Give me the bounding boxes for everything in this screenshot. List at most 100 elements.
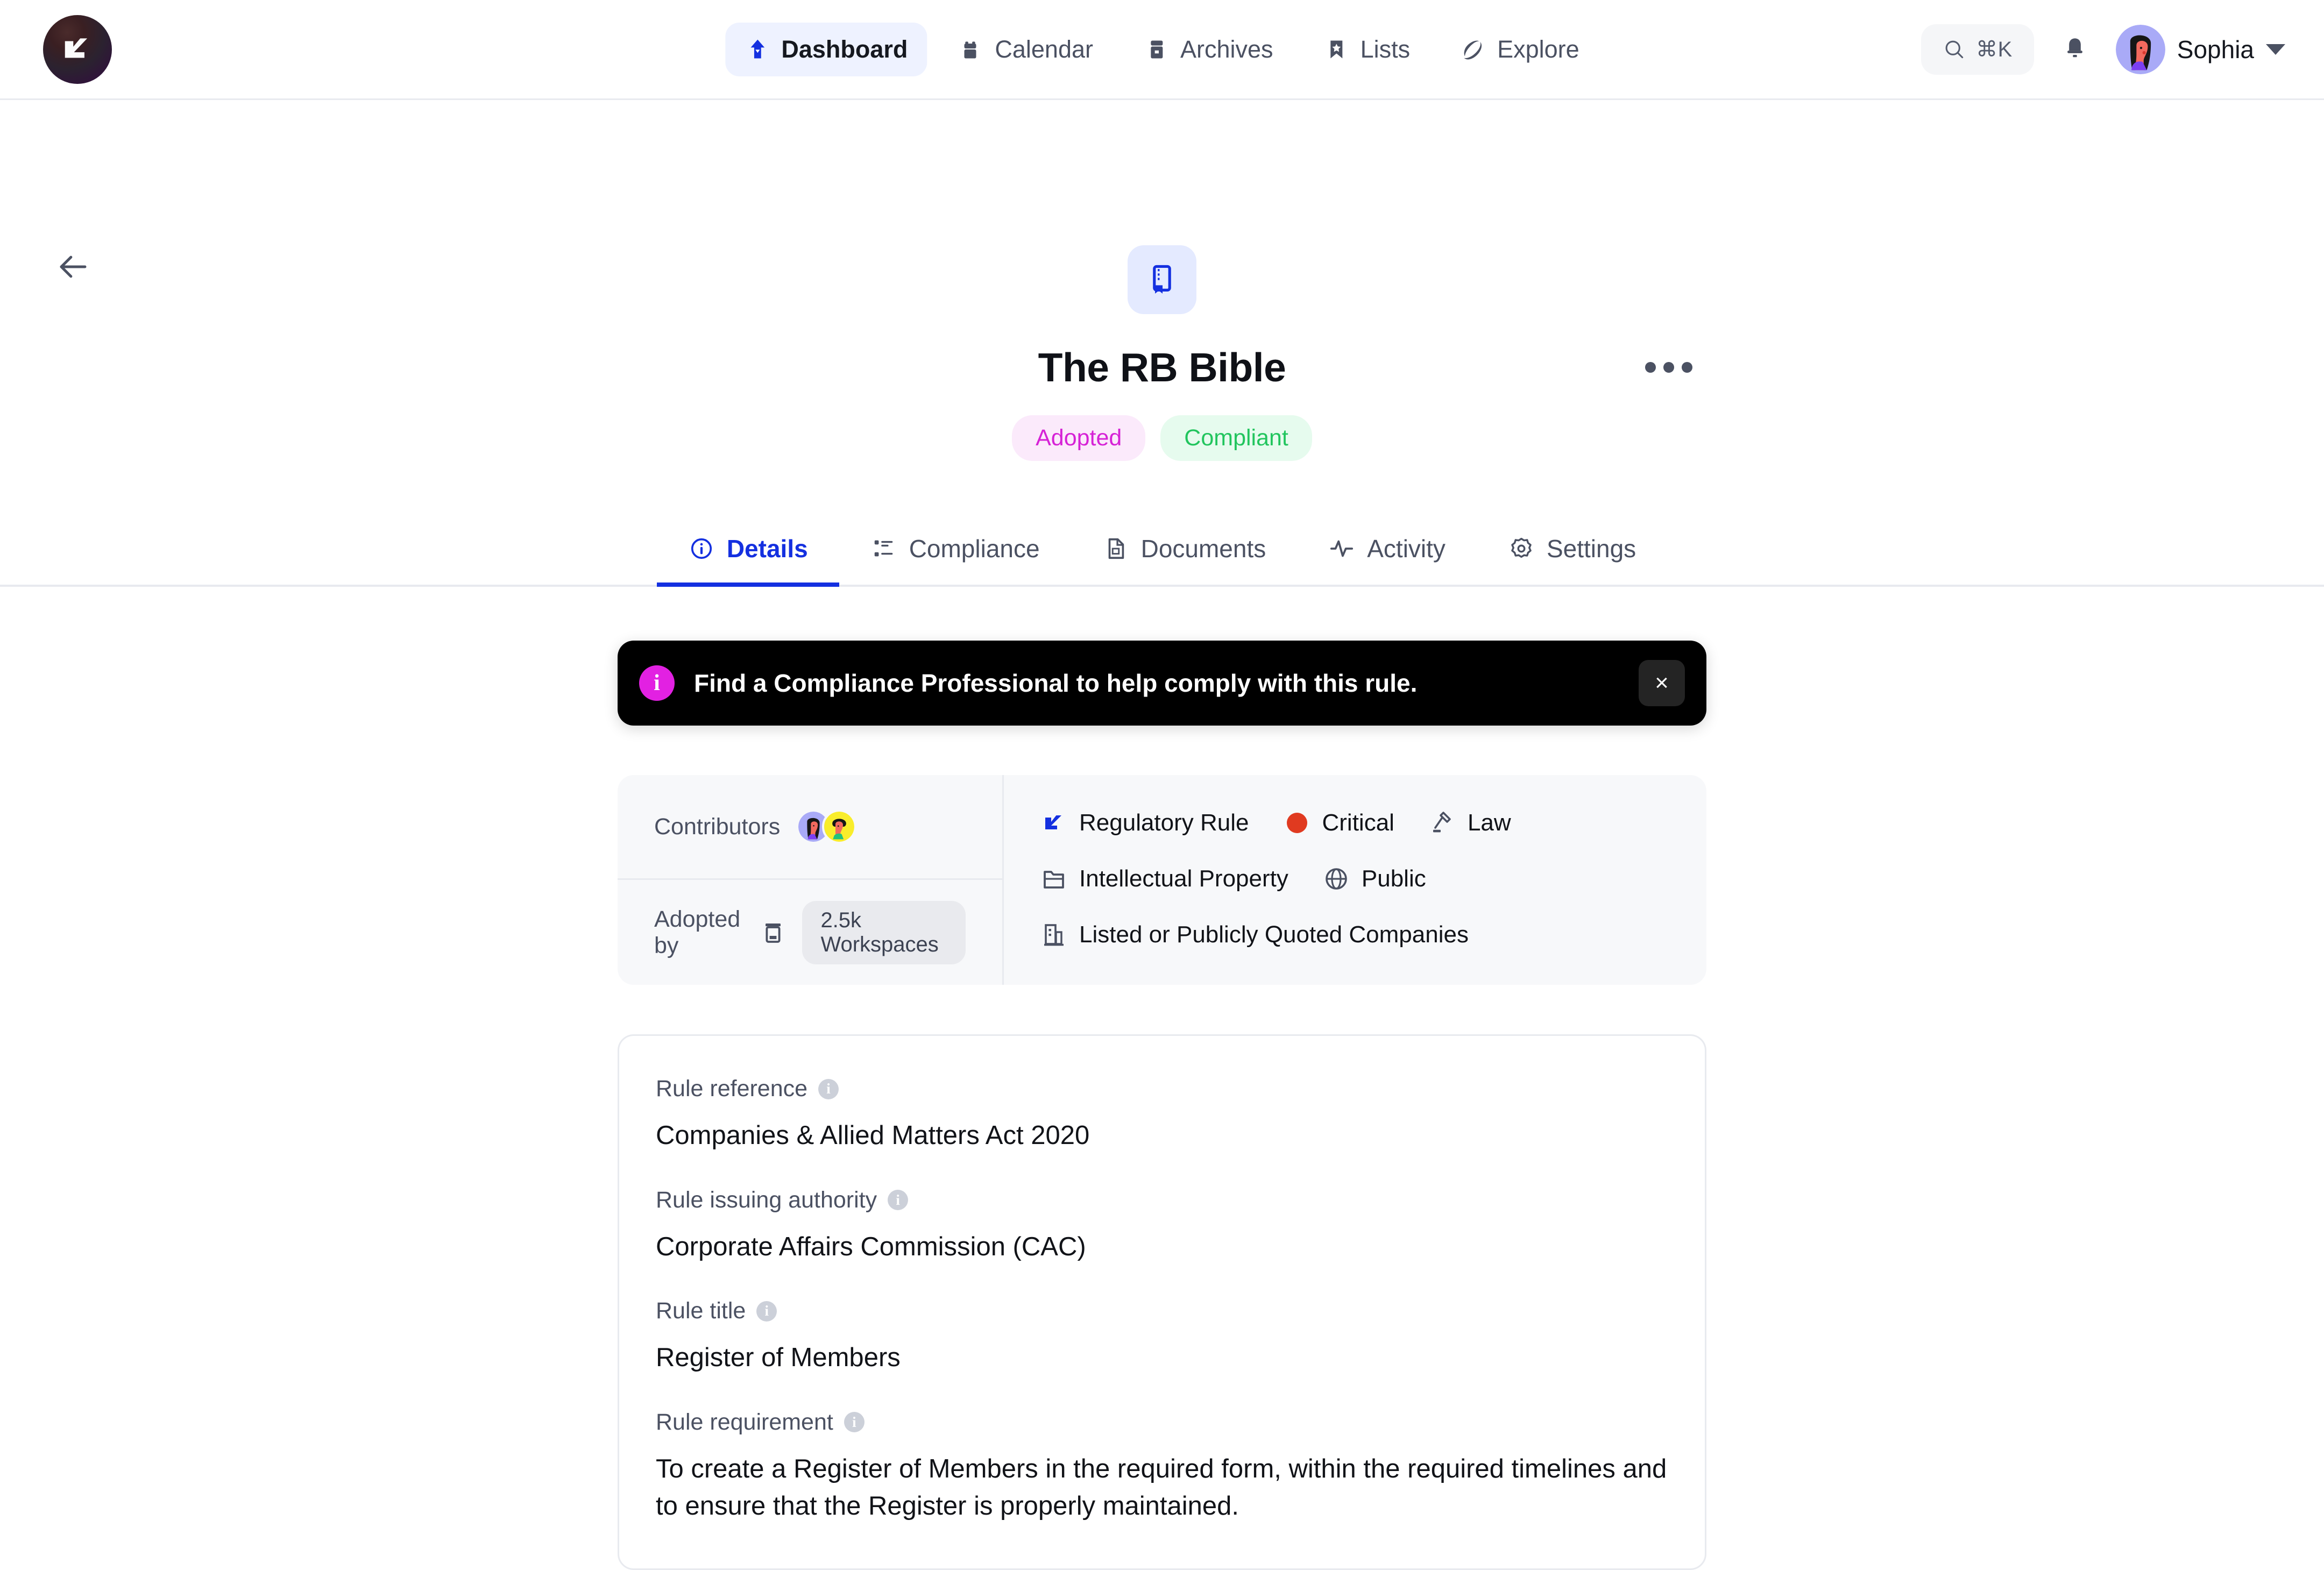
document-icon xyxy=(1102,535,1129,562)
info-icon[interactable]: i xyxy=(756,1301,777,1322)
meta-item-critical: Critical xyxy=(1284,809,1394,836)
banner-close-button[interactable]: × xyxy=(1639,660,1685,706)
tab-label: Documents xyxy=(1140,535,1266,563)
meta-item-label: Public xyxy=(1361,865,1426,892)
info-icon[interactable]: i xyxy=(818,1078,839,1099)
contributors-label: Contributors xyxy=(654,813,781,840)
tab-details[interactable]: Details xyxy=(656,515,839,587)
field-label: Rule requirement xyxy=(656,1409,833,1435)
tab-label: Settings xyxy=(1546,535,1636,563)
meta-item-label: Critical xyxy=(1322,809,1394,836)
meta-item-listed-companies: Listed or Publicly Quoted Companies xyxy=(1040,921,1469,948)
meta-row: Listed or Publicly Quoted Companies xyxy=(1040,921,1670,948)
tab-label: Details xyxy=(726,535,808,563)
search-shortcut-label: ⌘K xyxy=(1976,37,2013,61)
tabs-bar: Details Compliance Documents Activity Se… xyxy=(0,515,2324,587)
avatar xyxy=(2115,24,2165,74)
calendar-icon xyxy=(958,37,984,62)
contributor-avatars[interactable] xyxy=(796,809,857,844)
field-value: Register of Members xyxy=(656,1343,901,1373)
more-horizontal-icon xyxy=(1645,362,1656,373)
field-rule-requirement: Rule requirement i To create a Register … xyxy=(656,1409,1668,1525)
building-icon xyxy=(1040,921,1067,948)
meta-item-label: Intellectual Property xyxy=(1079,865,1288,892)
user-name-label: Sophia xyxy=(2177,35,2254,63)
page-title: The RB Bible xyxy=(1038,345,1286,390)
info-icon[interactable]: i xyxy=(844,1412,865,1433)
field-rule-title: Rule title i Register of Members xyxy=(656,1298,1668,1377)
contributors-row: Contributors xyxy=(618,775,1002,880)
flag-check-logo-icon xyxy=(65,38,88,58)
bell-icon xyxy=(2061,35,2089,63)
meta-item-law: Law xyxy=(1429,809,1511,836)
nav-label: Dashboard xyxy=(781,35,908,63)
search-button[interactable]: ⌘K xyxy=(1921,24,2034,75)
main-nav: Dashboard Calendar Archives Lists Explor… xyxy=(725,22,1599,76)
tab-settings[interactable]: Settings xyxy=(1477,515,1667,585)
field-label-row: Rule reference i xyxy=(656,1076,1668,1102)
page: The RB Bible Adopted Compliant Details C… xyxy=(0,100,2324,1570)
field-label: Rule reference xyxy=(656,1076,808,1102)
status-badge-compliant[interactable]: Compliant xyxy=(1160,415,1312,461)
archive-box-icon xyxy=(1144,37,1170,62)
store-icon xyxy=(760,919,786,946)
nav-label: Calendar xyxy=(995,35,1093,63)
meta-card: Contributors Adopted by 2.5k Workspaces … xyxy=(618,775,1706,985)
nav-item-lists[interactable]: Lists xyxy=(1305,23,1430,76)
chevron-down-icon xyxy=(2266,44,2285,55)
meta-item-public: Public xyxy=(1323,865,1426,892)
dashboard-arrow-icon xyxy=(745,37,770,62)
meta-item-label: Law xyxy=(1467,809,1511,836)
nav-item-archives[interactable]: Archives xyxy=(1124,23,1293,76)
document-avatar xyxy=(1128,245,1196,314)
gavel-law-icon xyxy=(1429,809,1456,836)
explore-planet-icon xyxy=(1461,37,1486,62)
field-value: Corporate Affairs Commission (CAC) xyxy=(656,1232,1086,1261)
user-menu[interactable]: Sophia xyxy=(2115,24,2285,74)
nav-item-explore[interactable]: Explore xyxy=(1441,23,1599,76)
adopted-by-label: Adopted by xyxy=(654,906,741,958)
folder-icon xyxy=(1040,865,1067,892)
meta-right-column: Regulatory Rule Critical Law Intellectua… xyxy=(1004,775,1706,985)
field-label-row: Rule requirement i xyxy=(656,1409,1668,1436)
tab-documents[interactable]: Documents xyxy=(1071,515,1298,585)
brand-logo[interactable] xyxy=(43,15,112,84)
avatar xyxy=(822,809,857,844)
tab-label: Compliance xyxy=(909,535,1040,563)
topbar-right: ⌘K Sophia xyxy=(1921,24,2285,75)
meta-item-intellectual-property: Intellectual Property xyxy=(1040,865,1288,892)
top-bar: Dashboard Calendar Archives Lists Explor… xyxy=(0,0,2324,100)
more-options-button[interactable] xyxy=(1635,352,1702,382)
status-badge-adopted[interactable]: Adopted xyxy=(1012,415,1146,461)
title-row: The RB Bible xyxy=(0,344,2324,390)
field-rule-reference: Rule reference i Companies & Allied Matt… xyxy=(656,1076,1668,1155)
critical-dot-icon xyxy=(1284,809,1310,836)
field-label-row: Rule title i xyxy=(656,1298,1668,1324)
meta-row: Intellectual Property Public xyxy=(1040,865,1670,892)
field-value: To create a Register of Members in the r… xyxy=(656,1454,1667,1521)
page-header: The RB Bible Adopted Compliant xyxy=(0,138,2324,461)
nav-label: Lists xyxy=(1360,35,1411,63)
nav-label: Archives xyxy=(1180,35,1273,63)
regulatory-rule-icon xyxy=(1040,809,1067,836)
globe-icon xyxy=(1323,865,1350,892)
meta-row: Regulatory Rule Critical Law xyxy=(1040,809,1670,836)
adopted-by-value: 2.5k Workspaces xyxy=(802,900,966,964)
info-icon[interactable]: i xyxy=(888,1190,909,1211)
back-button[interactable] xyxy=(52,245,95,288)
details-card: Rule reference i Companies & Allied Matt… xyxy=(618,1034,1706,1570)
field-value: Companies & Allied Matters Act 2020 xyxy=(656,1121,1090,1150)
notifications-button[interactable] xyxy=(2058,32,2092,67)
status-badges: Adopted Compliant xyxy=(0,415,2324,461)
more-horizontal-icon xyxy=(1682,362,1692,373)
nav-item-calendar[interactable]: Calendar xyxy=(939,23,1113,76)
book-bookmark-icon xyxy=(1153,265,1171,294)
info-circle-icon xyxy=(688,535,715,562)
tab-compliance[interactable]: Compliance xyxy=(839,515,1071,585)
nav-item-dashboard[interactable]: Dashboard xyxy=(725,22,927,76)
tab-activity[interactable]: Activity xyxy=(1297,515,1477,585)
banner-text: Find a Compliance Professional to help c… xyxy=(694,669,1418,697)
field-rule-issuing-authority: Rule issuing authority i Corporate Affai… xyxy=(656,1187,1668,1266)
main-content: i Find a Compliance Professional to help… xyxy=(618,587,1706,1570)
activity-pulse-icon xyxy=(1328,535,1355,562)
